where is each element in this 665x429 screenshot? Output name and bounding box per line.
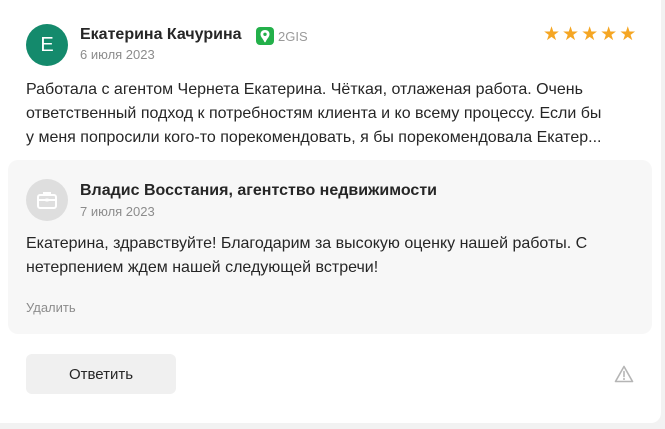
star-icon: ★ [600,24,618,45]
review-text: Работала с агентом Чернета Екатерина. Чё… [26,78,638,150]
rating-stars: ★ ★ ★ ★ ★ [543,25,636,45]
source-label: 2GIS [278,28,308,44]
reply-text-line: Екатерина, здравствуйте! Благодарим за в… [26,235,588,252]
star-icon: ★ [581,24,599,45]
author-avatar: Е [26,24,68,66]
author-name: Екатерина Качурина [80,26,242,43]
org-avatar [26,179,68,221]
review-source: 2GIS [256,26,308,46]
delete-reply-link[interactable]: Удалить [26,300,76,315]
org-name: Владис Восстания, агентство недвижимости [80,182,437,199]
review-text-line: Работала с агентом Чернета Екатерина. Чё… [26,81,583,98]
answer-button[interactable]: Ответить [26,354,176,394]
briefcase-icon [37,192,57,209]
review-text-line: ответственный подход к потребностям клие… [26,105,602,122]
reply-text: Екатерина, здравствуйте! Благодарим за в… [26,232,636,280]
star-icon: ★ [562,24,580,45]
official-reply: Владис Восстания, агентство недвижимости… [8,160,652,334]
review-date: 6 июля 2023 [80,47,155,62]
review-card: Е Екатерина Качурина 2GIS 6 июля 2023 ★ ★… [0,0,661,423]
reply-date: 7 июля 2023 [80,204,155,219]
review-text-line[interactable]: у меня попросили кого-то порекомендовать… [26,126,638,150]
reply-text-line: нетерпением ждем нашей следующей встречи… [26,259,379,276]
star-icon: ★ [543,24,561,45]
report-warning-icon[interactable] [614,365,634,383]
2gis-logo-icon [256,27,274,45]
star-icon: ★ [619,24,637,45]
